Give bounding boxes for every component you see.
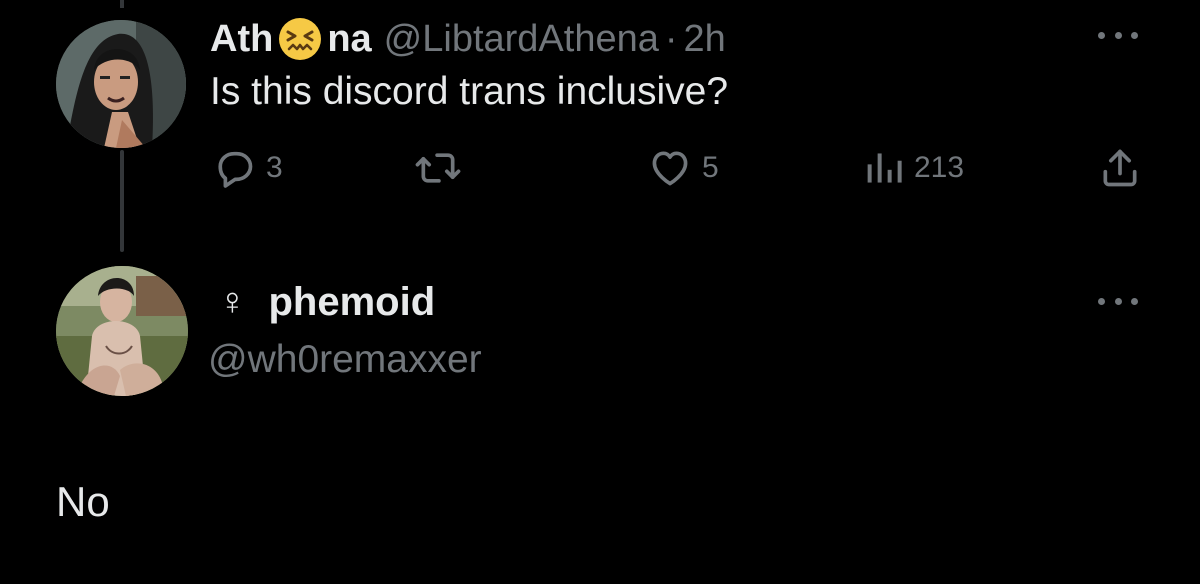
- separator-dot: ·: [664, 17, 678, 60]
- author-name-start: Ath: [210, 17, 274, 60]
- more-options-icon[interactable]: [1098, 30, 1138, 40]
- reply-icon: [218, 151, 253, 188]
- confounded-face-icon: [277, 16, 323, 62]
- reply-count: 3: [266, 151, 283, 184]
- more-dot: [1098, 297, 1105, 305]
- venus-symbol-icon: ♀: [218, 281, 247, 323]
- like-button[interactable]: 5: [648, 140, 719, 196]
- more-dot: [1131, 31, 1138, 39]
- views-button[interactable]: 213: [864, 140, 964, 196]
- retweet-icon: [415, 153, 461, 183]
- more-dot: [1098, 31, 1105, 39]
- tweet-text: Is this discord trans inclusive?: [210, 70, 729, 113]
- thread-connector-line: [120, 150, 124, 252]
- heart-icon: [652, 151, 688, 186]
- reply-author-display-name: phemoid: [268, 280, 436, 324]
- reply-text: No: [56, 478, 110, 525]
- tweet-actions: 3 5 213: [0, 140, 1200, 196]
- share-button[interactable]: [1098, 140, 1142, 196]
- reply-author-handle[interactable]: @wh0remaxxer: [208, 338, 482, 382]
- tweet-header: Ath na @LibtardAthena · 2h: [210, 14, 726, 64]
- author-handle[interactable]: @LibtardAthena: [384, 18, 659, 61]
- more-dot: [1114, 31, 1122, 39]
- author-avatar[interactable]: [56, 20, 186, 148]
- more-dot: [1131, 297, 1138, 305]
- thread-line-top: [120, 0, 124, 8]
- reply-author-avatar[interactable]: [56, 266, 188, 396]
- author-name[interactable]: Ath na: [210, 16, 372, 62]
- like-count: 5: [702, 151, 719, 184]
- reply-button[interactable]: 3: [212, 140, 283, 196]
- share-icon: [1103, 149, 1137, 187]
- reply-author-name[interactable]: ♀ phemoid: [218, 280, 435, 325]
- reply-more-options-icon[interactable]: [1098, 296, 1138, 306]
- retweet-button[interactable]: [414, 140, 462, 196]
- author-name-end: na: [327, 17, 372, 60]
- tweet-timestamp[interactable]: 2h: [684, 18, 726, 61]
- views-chart-icon: [867, 153, 902, 183]
- views-count: 213: [914, 151, 965, 184]
- more-dot: [1114, 297, 1122, 305]
